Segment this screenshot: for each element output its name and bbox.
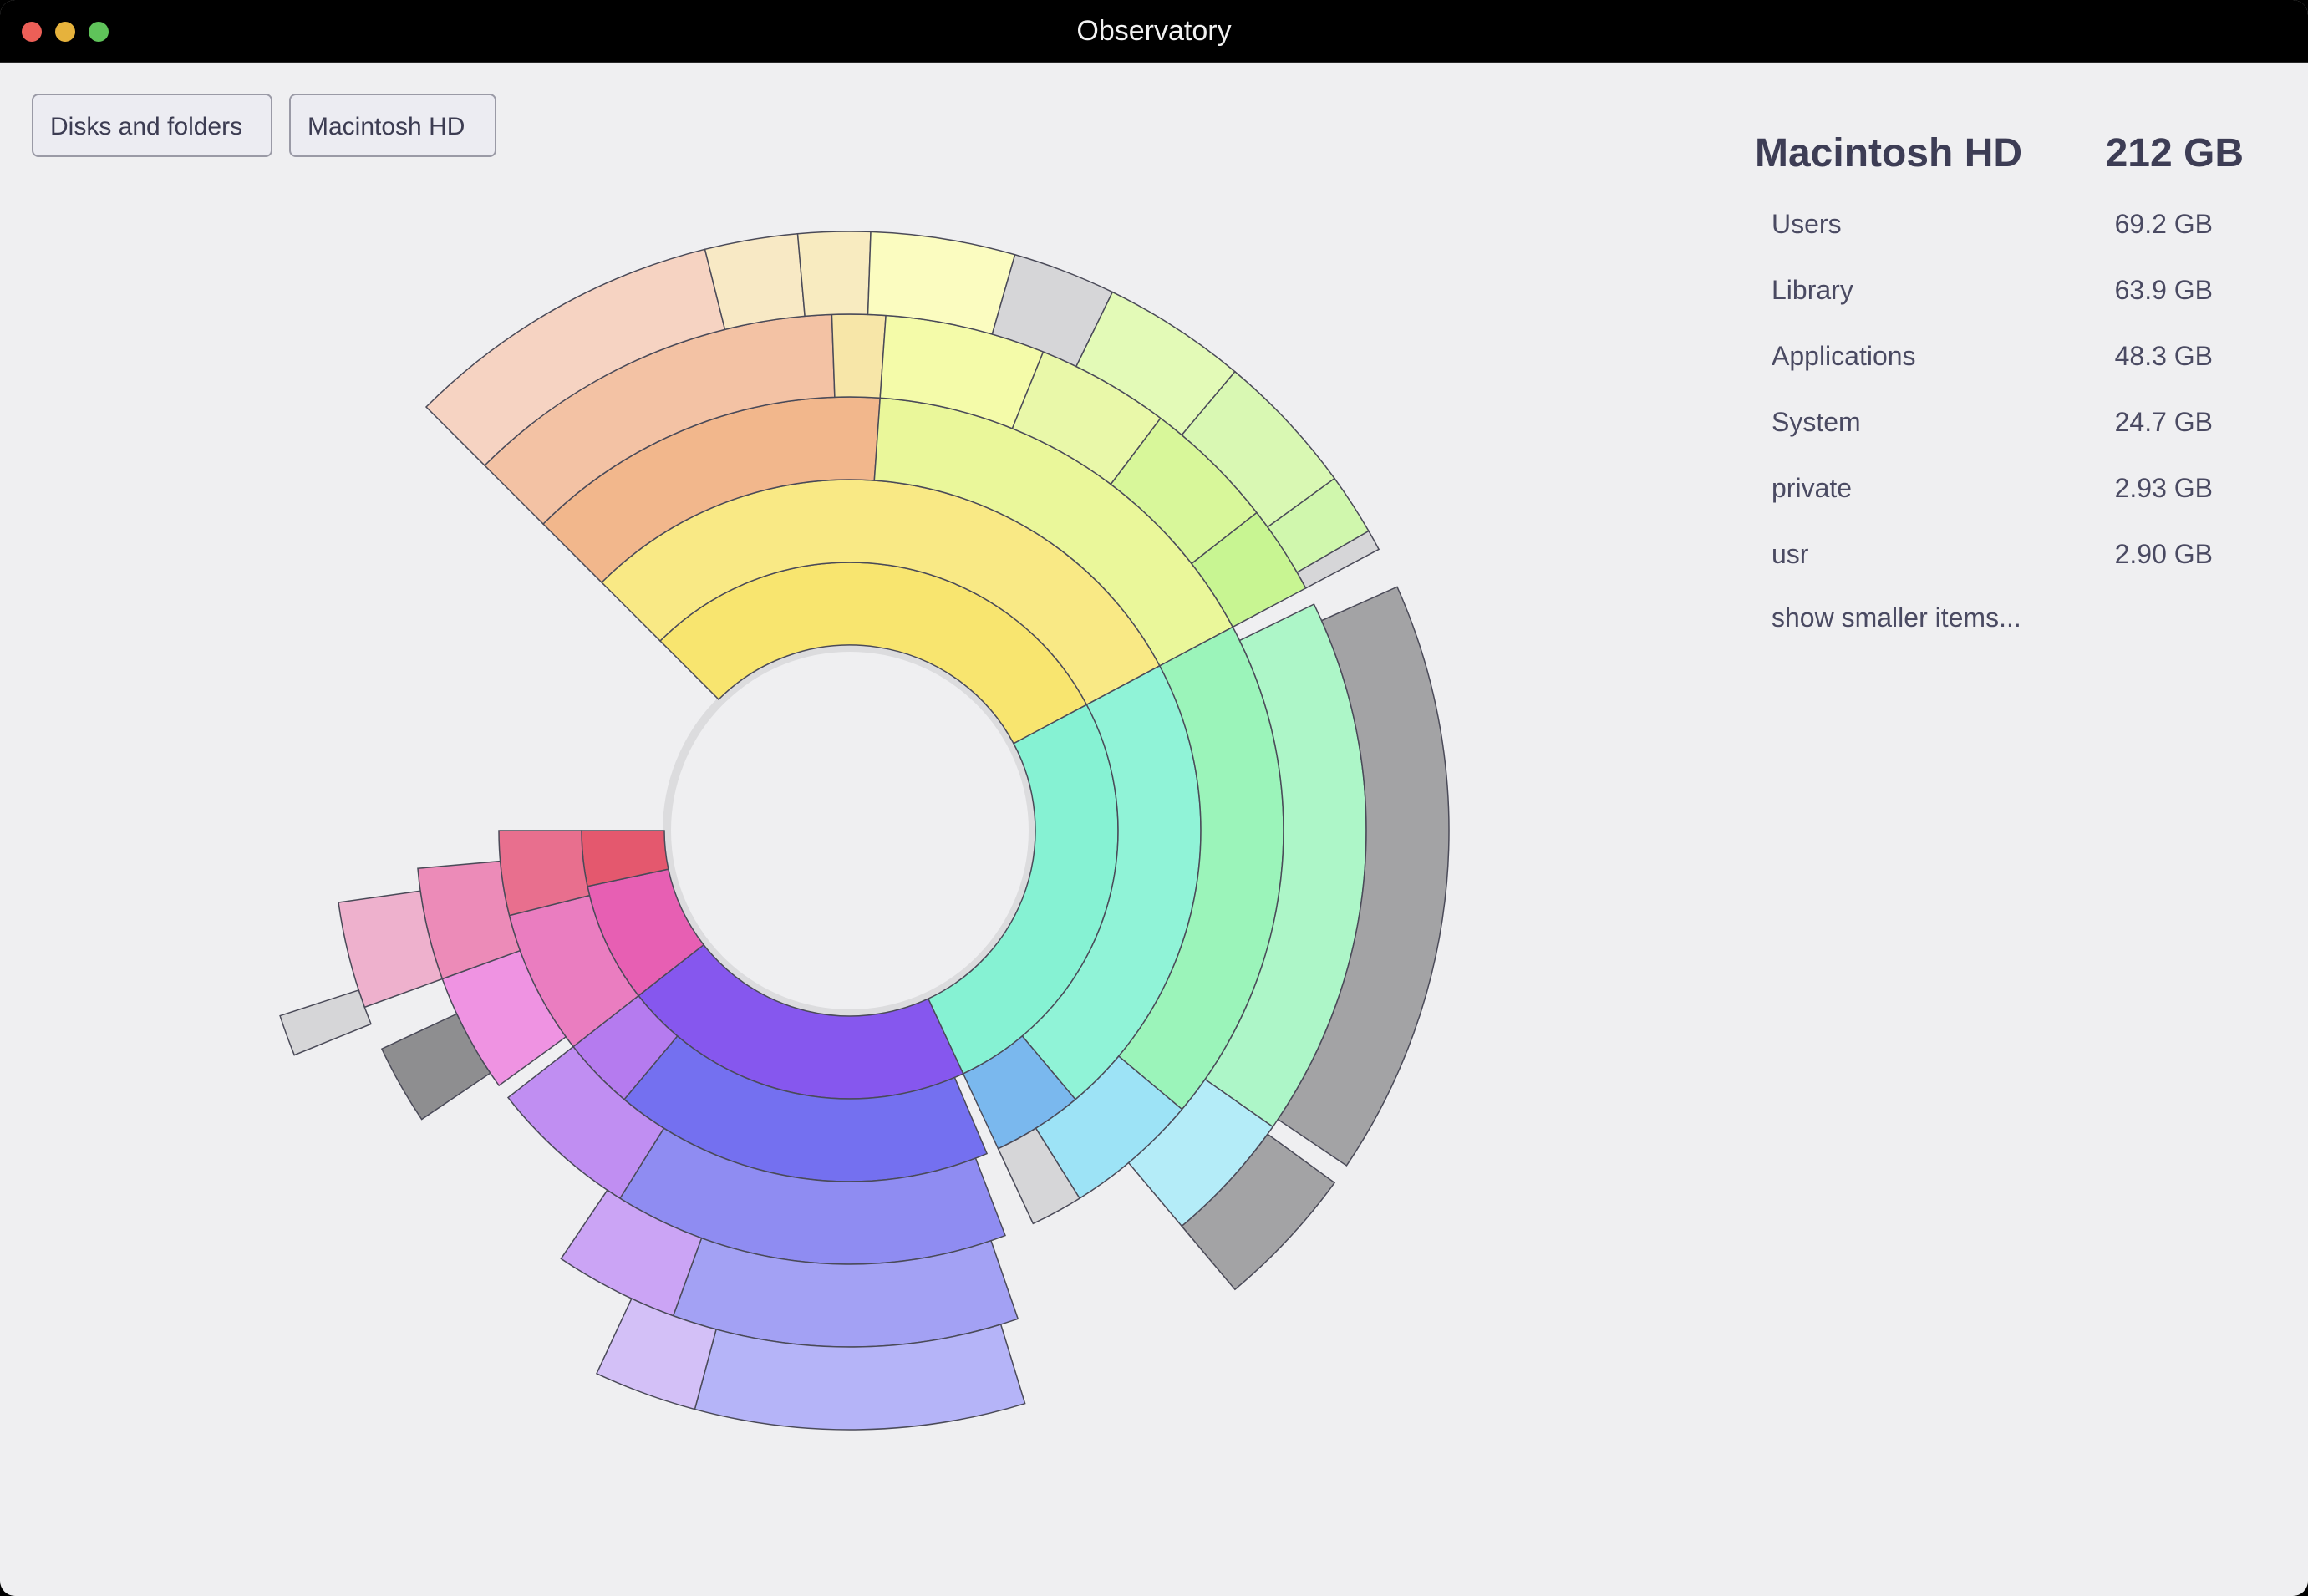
row-name: Library bbox=[1772, 275, 1853, 305]
summary-row-private[interactable]: private 2.93 GB bbox=[1755, 456, 2256, 522]
sunburst-segment[interactable] bbox=[279, 989, 372, 1056]
disk-usage-sunburst[interactable] bbox=[0, 62, 1504, 1596]
row-name: System bbox=[1772, 407, 1861, 437]
sunburst-segment[interactable] bbox=[796, 231, 872, 318]
show-smaller-items-link[interactable]: show smaller items... bbox=[1772, 588, 2273, 647]
summary-row-applications[interactable]: Applications 48.3 GB bbox=[1755, 324, 2256, 390]
summary-row-usr[interactable]: usr 2.90 GB bbox=[1755, 522, 2256, 588]
row-size: 69.2 GB bbox=[2114, 209, 2213, 239]
summary-row-library[interactable]: Library 63.9 GB bbox=[1755, 258, 2256, 324]
row-size: 24.7 GB bbox=[2114, 407, 2213, 437]
summary-header: Macintosh HD 212 GB bbox=[1755, 125, 2256, 192]
title-bar: Observatory bbox=[0, 0, 2308, 63]
summary-row-users[interactable]: Users 69.2 GB bbox=[1755, 192, 2256, 258]
row-name: Users bbox=[1772, 209, 1842, 239]
volume-name: Macintosh HD bbox=[1755, 131, 2023, 175]
row-size: 2.93 GB bbox=[2114, 473, 2213, 503]
row-size: 48.3 GB bbox=[2114, 341, 2213, 371]
summary-panel: Macintosh HD 212 GB Users 69.2 GB Librar… bbox=[1755, 125, 2256, 647]
row-size: 63.9 GB bbox=[2114, 275, 2213, 305]
row-name: usr bbox=[1772, 539, 1809, 569]
sunburst-segment[interactable] bbox=[831, 313, 887, 399]
row-size: 2.90 GB bbox=[2114, 539, 2213, 569]
row-name: Applications bbox=[1772, 341, 1916, 371]
app-window: Observatory Disks and folders Macintosh … bbox=[0, 0, 2308, 1596]
window-title: Observatory bbox=[1076, 15, 1232, 47]
row-name: private bbox=[1772, 473, 1853, 503]
volume-size: 212 GB bbox=[2105, 131, 2244, 175]
disk-ring bbox=[663, 643, 1037, 1018]
summary-row-system[interactable]: System 24.7 GB bbox=[1755, 390, 2256, 456]
